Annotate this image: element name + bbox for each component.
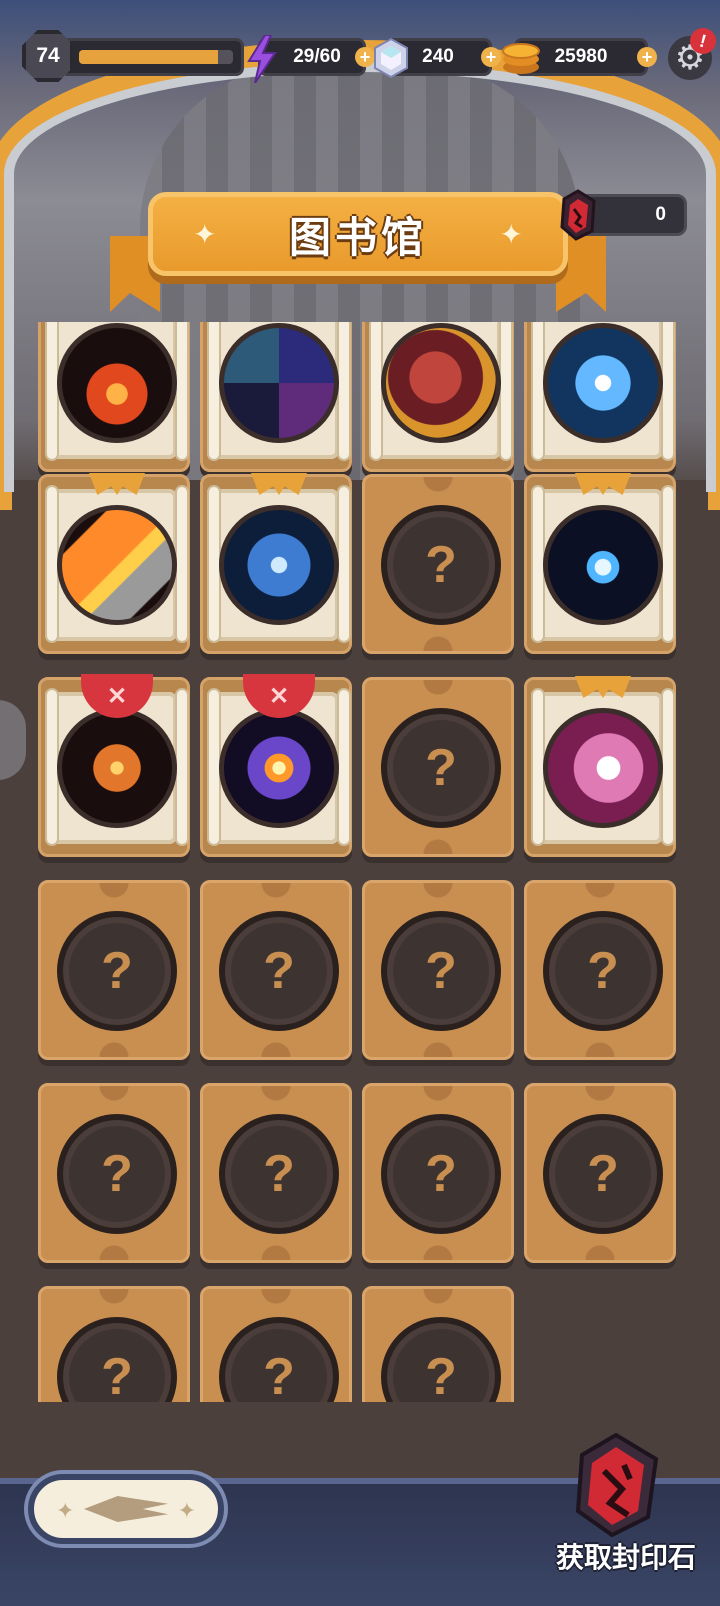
ice-blades-skill-icon [219,505,339,625]
seal-stone-icon [560,189,596,241]
sparkle-icon: ✦ [177,1498,196,1523]
skill-card-chained-dove[interactable] [524,322,676,472]
chained-dove-skill-icon [543,323,663,443]
skill-card-flame-claw[interactable] [38,322,190,472]
skill-card-ice-blades[interactable] [200,473,352,654]
skill-library-grid[interactable]: ? ✕ ✕???????????? [0,322,720,1402]
fire-gauntlet-skill-icon [57,505,177,625]
spirit-fox-skill-icon [543,708,663,828]
seal-stone-count: 0 [655,204,666,225]
page-title: 图书馆 [288,213,427,261]
xp-bar [60,38,244,76]
gem-value: 240 [422,46,454,67]
flame-claw-skill-icon [57,323,177,443]
locked-skill-card[interactable]: ? [362,880,514,1060]
xp-fill [79,50,218,64]
skill-card-fire-gauntlet[interactable] [38,473,190,654]
get-seal-stone-button[interactable] [556,1430,676,1540]
lightning-icon [247,35,277,83]
crown-ornament-icon [89,473,145,495]
back-arrow-icon [84,1496,168,1522]
seal-stone-counter: 0 [560,189,687,241]
scroll-rod [175,688,189,846]
crown-ornament-icon [575,473,631,495]
locked-skill-card[interactable]: ? [524,880,676,1060]
locked-skill-card[interactable]: ? [38,880,190,1060]
question-mark-icon: ? [381,708,501,828]
scroll-rod [175,485,189,643]
lightning-orb-skill-icon [543,505,663,625]
question-mark-icon: ? [57,1317,177,1402]
energy-plus-button[interactable]: + [355,47,375,67]
gem-plus-button[interactable]: + [481,47,501,67]
locked-skill-card[interactable]: ? [38,1286,190,1402]
scroll-rod [661,322,675,461]
xp-track [79,50,233,64]
coin-stack-icon [502,43,540,74]
crown-ornament-icon [251,473,307,495]
chaos-symbols-skill-icon [219,323,339,443]
sparkle-icon: ✦ [193,218,217,250]
question-mark-icon: ? [57,911,177,1031]
title-banner: ✦ 图书馆 ✦ [148,192,568,276]
gem-counter: 240 + [374,38,501,78]
locked-skill-card[interactable]: ? [200,1083,352,1263]
skill-card-lightning-orb[interactable] [524,473,676,654]
question-mark-icon: ? [543,911,663,1031]
energy-value: 29/60 [293,46,341,67]
locked-skill-card[interactable]: ? [38,1083,190,1263]
coin-counter: 25980 + [502,38,657,76]
locked-skill-card[interactable]: ? [200,880,352,1060]
locked-skill-card[interactable]: ? [524,1083,676,1263]
question-mark-icon: ? [543,1114,663,1234]
scroll-rod [175,322,189,461]
skill-card-fire-vortex[interactable]: ✕ [38,674,190,857]
question-mark-icon: ? [57,1114,177,1234]
galaxy-sun-skill-icon [219,708,339,828]
scroll-rod [499,322,513,461]
question-mark-icon: ? [219,1114,339,1234]
scroll-rod [337,688,351,846]
question-mark-icon: ? [219,1317,339,1402]
get-seal-stone-label: 获取封印石 [555,1542,696,1573]
fire-vortex-skill-icon [57,708,177,828]
skill-card-red-beast[interactable] [362,322,514,472]
coin-value: 25980 [554,46,608,67]
gem-icon [374,38,408,78]
question-mark-icon: ? [381,911,501,1031]
coin-plus-button[interactable]: + [637,47,657,67]
energy-counter: 29/60 + [247,35,375,83]
locked-skill-card[interactable]: ? [362,677,514,857]
locked-skill-card[interactable]: ? [362,1286,514,1402]
sparkle-icon: ✦ [56,1498,75,1523]
sparkle-icon: ✦ [499,218,523,250]
skill-card-chaos-symbols[interactable] [200,322,352,472]
scroll-rod [337,322,351,461]
skill-card-spirit-fox[interactable] [524,676,676,857]
scroll-rod [661,688,675,846]
back-button[interactable]: ✦ ✦ [28,1474,224,1544]
scroll-rod [661,485,675,643]
crown-ornament-icon [575,676,631,698]
skill-card-galaxy-sun[interactable]: ✕ [200,674,352,857]
locked-skill-card[interactable]: ? [362,474,514,654]
seal-stone-icon [575,1433,659,1537]
question-mark-icon: ? [381,1317,501,1402]
scroll-rod [337,485,351,643]
red-beast-skill-icon [381,323,501,443]
locked-skill-card[interactable]: ? [362,1083,514,1263]
locked-skill-card[interactable]: ? [200,1286,352,1402]
question-mark-icon: ? [381,505,501,625]
level-value: 74 [36,44,60,67]
question-mark-icon: ? [219,911,339,1031]
question-mark-icon: ? [381,1114,501,1234]
